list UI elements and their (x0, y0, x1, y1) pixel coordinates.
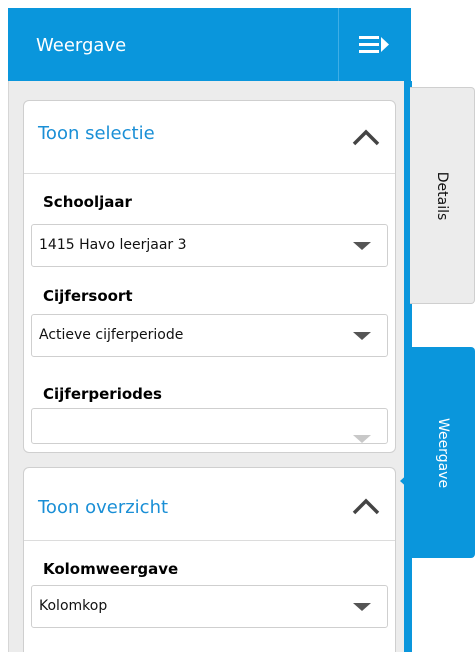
schooljaar-label: Schooljaar (43, 193, 132, 211)
collapse-panel-button[interactable] (339, 8, 411, 81)
dropdown-arrow-icon (353, 242, 371, 250)
dropdown-arrow-icon (353, 332, 371, 340)
selection-section-title: Toon selectie (38, 123, 155, 144)
kolomweergave-label: Kolomweergave (43, 560, 179, 578)
cijfersoort-select[interactable]: Actieve cijferperiode (31, 314, 388, 357)
cijferperiodes-label: Cijferperiodes (43, 385, 162, 403)
active-tab-pointer (400, 472, 410, 490)
kolomweergave-value: Kolomkop (39, 598, 108, 614)
tab-weergave[interactable]: Weergave (410, 347, 475, 558)
collapse-menu-icon (359, 36, 389, 53)
cijfersoort-label: Cijfersoort (43, 287, 133, 305)
tab-details[interactable]: Details (410, 87, 475, 304)
overview-section: Toon overzicht Kolomweergave Kolomkop (23, 467, 396, 652)
panel-header: Weergave (8, 8, 411, 81)
dropdown-arrow-icon (353, 435, 371, 443)
overview-section-header[interactable]: Toon overzicht (24, 468, 395, 541)
cijfersoort-value: Actieve cijferperiode (39, 327, 184, 343)
cijferperiodes-select[interactable] (31, 408, 388, 444)
kolomweergave-select[interactable]: Kolomkop (31, 585, 388, 628)
dropdown-arrow-icon (353, 603, 371, 611)
tab-weergave-label: Weergave (434, 417, 451, 488)
chevron-up-icon[interactable] (351, 494, 381, 518)
overview-section-title: Toon overzicht (38, 497, 169, 518)
panel-title: Weergave (36, 35, 127, 56)
selection-section: Toon selectie Schooljaar 1415 Havo leerj… (23, 100, 396, 453)
schooljaar-value: 1415 Havo leerjaar 3 (39, 237, 187, 253)
selection-section-header[interactable]: Toon selectie (24, 101, 395, 174)
chevron-up-icon[interactable] (351, 125, 381, 149)
tab-details-label: Details (434, 171, 450, 220)
schooljaar-select[interactable]: 1415 Havo leerjaar 3 (31, 224, 388, 267)
